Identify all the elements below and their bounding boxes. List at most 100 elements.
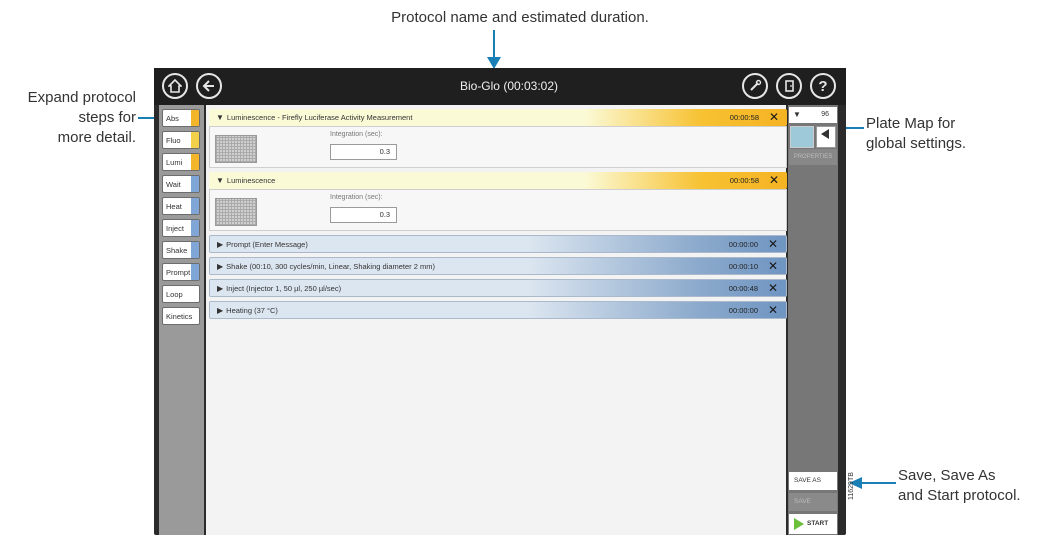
step-header-prompt[interactable]: ▶ Prompt (Enter Message) 00:00:00 ✕ <box>209 235 787 253</box>
plate-format-value: 96 <box>821 111 829 118</box>
step-duration: 00:00:48 <box>728 284 758 293</box>
left-arrow-icon <box>849 477 896 489</box>
properties-button[interactable]: PROPERTIES <box>789 149 837 165</box>
step-accent <box>191 132 199 148</box>
plate-format-select[interactable]: ▼ 96 <box>789 107 837 123</box>
step-header-row: ▼ Luminescence <box>209 172 787 189</box>
back-arrow-icon[interactable] <box>196 73 222 99</box>
app-window: Bio-Glo (00:03:02) ? Abs Fluo Lumi Wait … <box>154 68 846 535</box>
callout-protocol-name: Protocol name and estimated duration. <box>391 9 649 26</box>
step-duration: 00:00:00 <box>728 306 758 315</box>
chevron-down-icon: ▼ <box>793 110 801 119</box>
step-button-fluo[interactable]: Fluo <box>162 131 200 149</box>
step-duration: 00:00:58 <box>729 113 759 122</box>
collapsed-triangle-icon[interactable]: ▶ <box>217 236 223 252</box>
step-button-inject[interactable]: Inject <box>162 219 200 237</box>
step-button-abs[interactable]: Abs <box>162 109 200 127</box>
step-button-label: Inject <box>166 224 184 233</box>
step-accent <box>191 198 199 214</box>
callout-line: global settings. <box>866 135 967 152</box>
step-header-row: ▶ Shake (00:10, 300 cycles/min, Linear, S… <box>210 258 786 274</box>
plate-map-button[interactable] <box>790 126 814 148</box>
down-arrow-icon <box>487 30 501 69</box>
step-button-label: Fluo <box>166 136 181 145</box>
step-button-label: Wait <box>166 180 181 189</box>
step-header-row: ▶ Prompt (Enter Message) <box>210 236 786 252</box>
start-button[interactable]: START <box>789 514 837 534</box>
step-accent <box>191 154 199 170</box>
home-icon[interactable] <box>162 73 188 99</box>
right-panel: ▼ 96 PROPERTIES SAVE AS SAVE START <box>788 105 838 535</box>
step-button-label: Loop <box>166 290 183 299</box>
step-title: Prompt (Enter Message) <box>226 240 308 249</box>
step-duration: 00:00:58 <box>729 176 759 185</box>
expanded-triangle-icon[interactable]: ▼ <box>216 172 224 189</box>
protocol-steps-panel: ▼ Luminescence - Firefly Luciferase Activ… <box>206 105 787 535</box>
save-button[interactable]: SAVE <box>789 493 837 511</box>
step-button-label: Lumi <box>166 158 183 167</box>
step-accent <box>191 220 199 236</box>
step-accent <box>191 176 199 192</box>
step-header-shake[interactable]: ▶ Shake (00:10, 300 cycles/min, Linear, S… <box>209 257 787 275</box>
step-title: Luminescence <box>226 176 276 185</box>
step-accent <box>191 242 199 258</box>
collapsed-triangle-icon[interactable]: ▶ <box>217 280 223 296</box>
step-button-wait[interactable]: Wait <box>162 175 200 193</box>
close-icon[interactable]: ✕ <box>768 302 778 318</box>
callout-line: Expand protocol <box>27 89 136 106</box>
step-button-kinetics[interactable]: Kinetics <box>162 307 200 325</box>
plate-thumbnail[interactable] <box>215 135 257 163</box>
step-header-luminescence-1[interactable]: ▼ Luminescence - Firefly Luciferase Activ… <box>209 109 787 126</box>
callout-line: and Start protocol. <box>898 487 1021 504</box>
step-button-heat[interactable]: Heat <box>162 197 200 215</box>
collapsed-triangle-icon[interactable]: ▶ <box>217 302 223 318</box>
integration-input[interactable]: 0.3 <box>330 144 397 160</box>
close-icon[interactable]: ✕ <box>769 172 779 189</box>
step-button-loop[interactable]: Loop <box>162 285 200 303</box>
close-icon[interactable]: ✕ <box>768 258 778 274</box>
integration-label: Integration (sec): <box>330 131 383 138</box>
step-button-label: Prompt <box>166 268 191 277</box>
step-header-row: ▶ Heating (37 °C) <box>210 302 786 318</box>
callout-line: Plate Map for <box>866 115 956 132</box>
step-button-prompt[interactable]: Prompt <box>162 263 200 281</box>
step-header-row: ▼ Luminescence - Firefly Luciferase Activ… <box>209 109 787 126</box>
close-icon[interactable]: ✕ <box>768 280 778 296</box>
step-title: Heating (37 °C) <box>226 306 278 315</box>
step-accent <box>191 264 199 280</box>
integration-input[interactable]: 0.3 <box>330 207 397 223</box>
step-button-label: Shake <box>166 246 188 255</box>
step-duration: 00:00:00 <box>728 240 758 249</box>
protocol-title: Bio-Glo (00:03:02) <box>459 79 559 93</box>
step-title: Luminescence - Firefly Luciferase Activi… <box>226 113 413 122</box>
help-icon[interactable]: ? <box>810 73 836 99</box>
step-duration: 00:00:10 <box>728 262 758 271</box>
step-header-inject[interactable]: ▶ Inject (Injector 1, 50 µl, 250 µl/sec) … <box>209 279 787 297</box>
figure-code: 11629TB <box>848 472 855 500</box>
step-body-luminescence-1: Integration (sec): 0.3 <box>209 126 787 168</box>
title-bar: Bio-Glo (00:03:02) ? <box>154 68 846 105</box>
step-header-luminescence-2[interactable]: ▼ Luminescence 00:00:58 ✕ <box>209 172 787 189</box>
callout-line: steps for <box>78 109 136 126</box>
step-button-label: Kinetics <box>166 312 193 321</box>
step-accent <box>191 110 199 126</box>
wrench-icon[interactable] <box>742 73 768 99</box>
exit-door-icon[interactable] <box>776 73 802 99</box>
close-icon[interactable]: ✕ <box>768 236 778 252</box>
collapsed-triangle-icon[interactable]: ▶ <box>217 258 223 274</box>
step-button-lumi[interactable]: Lumi <box>162 153 200 171</box>
expanded-triangle-icon[interactable]: ▼ <box>216 109 224 126</box>
step-title: Shake (00:10, 300 cycles/min, Linear, Sh… <box>226 262 436 271</box>
close-icon[interactable]: ✕ <box>769 109 779 126</box>
step-button-shake[interactable]: Shake <box>162 241 200 259</box>
step-button-label: Heat <box>166 202 182 211</box>
plate-thumbnail[interactable] <box>215 198 257 226</box>
step-title: Inject (Injector 1, 50 µl, 250 µl/sec) <box>226 284 342 293</box>
callout-line: Save, Save As <box>898 467 996 484</box>
start-label: START <box>807 520 829 527</box>
plate-map-arrow-icon[interactable] <box>816 126 836 148</box>
step-header-heating[interactable]: ▶ Heating (37 °C) 00:00:00 ✕ <box>209 301 787 319</box>
save-as-button[interactable]: SAVE AS <box>789 472 837 490</box>
step-body-luminescence-2: Integration (sec): 0.3 <box>209 189 787 231</box>
step-palette: Abs Fluo Lumi Wait Heat Inject Shake Pro… <box>159 105 204 535</box>
